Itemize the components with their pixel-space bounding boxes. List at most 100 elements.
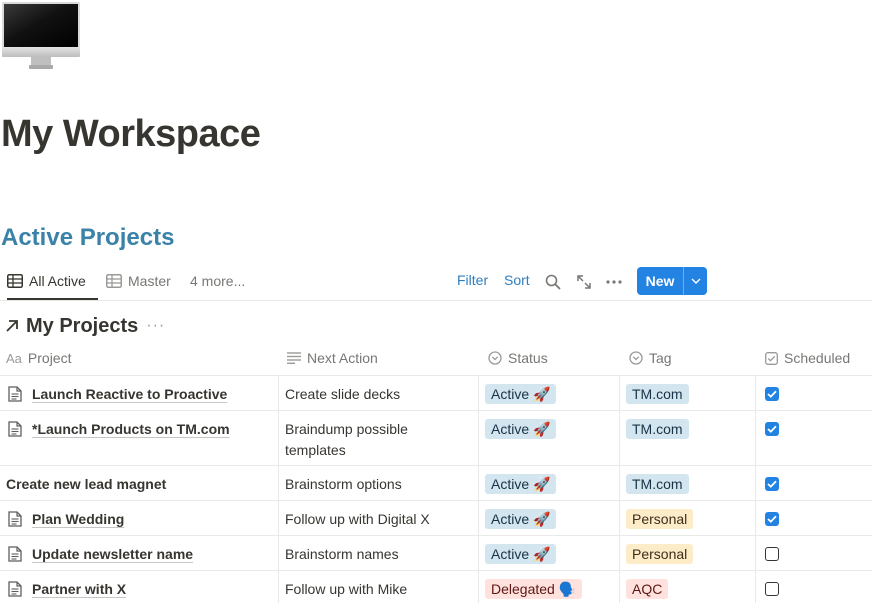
expand-icon[interactable] xyxy=(575,273,593,291)
scheduled-cell[interactable] xyxy=(756,536,872,570)
column-header-scheduled[interactable]: Scheduled xyxy=(765,341,850,375)
project-cell[interactable]: *Launch Products on TM.com xyxy=(0,411,279,465)
document-icon xyxy=(8,386,22,402)
next-action-cell[interactable]: Brainstorm options xyxy=(279,466,479,500)
status-cell[interactable]: Active 🚀 xyxy=(479,466,620,500)
tag-cell[interactable]: Personal xyxy=(620,536,756,570)
next-action-cell[interactable]: Create slide decks xyxy=(279,376,479,410)
chevron-down-icon xyxy=(691,278,700,284)
table-icon xyxy=(106,274,122,288)
status-badge: Delegated 🗣️ xyxy=(485,579,583,599)
table-row[interactable]: Update newsletter name Brainstorm names Ac… xyxy=(0,536,872,571)
more-options-icon[interactable] xyxy=(605,273,623,291)
new-button[interactable]: New xyxy=(637,267,707,295)
project-name[interactable]: Update newsletter name xyxy=(32,544,193,565)
project-cell[interactable]: Launch Reactive to Proactive xyxy=(0,376,279,410)
tag-cell[interactable]: Personal xyxy=(620,501,756,535)
database-options-button[interactable]: ··· xyxy=(146,317,165,335)
scheduled-cell[interactable] xyxy=(756,376,872,410)
project-cell[interactable]: Create new lead magnet xyxy=(0,466,279,500)
link-arrow-icon xyxy=(6,320,18,332)
database-title[interactable]: My Projects xyxy=(26,315,138,338)
page: My Workspace Active Projects All Active … xyxy=(0,0,872,603)
status-badge: Active 🚀 xyxy=(485,474,557,494)
next-action-cell[interactable]: Follow up with Digital X xyxy=(279,501,479,535)
status-cell[interactable]: Active 🚀 xyxy=(479,536,620,570)
table-header: Aa Project Next Action Status Tag Schedu… xyxy=(0,341,872,376)
new-button-label: New xyxy=(645,273,675,289)
select-icon xyxy=(488,351,502,365)
document-icon xyxy=(8,421,22,437)
scheduled-checkbox[interactable] xyxy=(765,582,779,596)
status-badge: Active 🚀 xyxy=(485,509,557,529)
text-lines-icon xyxy=(287,352,301,364)
scheduled-checkbox[interactable] xyxy=(765,477,779,491)
scheduled-cell[interactable] xyxy=(756,501,872,535)
document-icon xyxy=(8,581,22,597)
title-property-icon: Aa xyxy=(6,350,22,366)
project-name[interactable]: Launch Reactive to Proactive xyxy=(32,384,227,405)
scheduled-checkbox[interactable] xyxy=(765,547,779,561)
project-name[interactable]: Partner with X xyxy=(32,579,126,600)
project-name[interactable]: Plan Wedding xyxy=(32,509,124,530)
table-row[interactable]: Create new lead magnet Brainstorm options… xyxy=(0,466,872,501)
tag-badge: Personal xyxy=(626,544,694,564)
table-row[interactable]: *Launch Products on TM.com Braindump poss… xyxy=(0,411,872,466)
project-cell[interactable]: Update newsletter name xyxy=(0,536,279,570)
column-header-project[interactable]: Aa Project xyxy=(6,341,71,375)
sort-button[interactable]: Sort xyxy=(504,272,530,288)
scheduled-cell[interactable] xyxy=(756,411,872,465)
tag-badge: TM.com xyxy=(626,384,689,404)
tab-label: Master xyxy=(128,273,171,289)
status-cell[interactable]: Active 🚀 xyxy=(479,376,620,410)
status-cell[interactable]: Active 🚀 xyxy=(479,501,620,535)
scheduled-checkbox[interactable] xyxy=(765,387,779,401)
tag-cell[interactable]: TM.com xyxy=(620,411,756,465)
tag-badge: AQC xyxy=(626,579,669,599)
scheduled-cell[interactable] xyxy=(756,571,872,603)
next-action-cell[interactable]: Braindump possible templates xyxy=(279,411,479,465)
more-views-button[interactable]: 4 more... xyxy=(190,264,245,298)
check-icon xyxy=(767,515,777,523)
next-action-cell[interactable]: Follow up with Mike xyxy=(279,571,479,603)
new-dropdown-button[interactable] xyxy=(683,267,707,295)
page-title: My Workspace xyxy=(1,113,261,155)
project-name[interactable]: Create new lead magnet xyxy=(6,474,166,495)
filter-button[interactable]: Filter xyxy=(457,272,488,288)
imac-icon[interactable] xyxy=(2,2,80,70)
table-row[interactable]: Launch Reactive to Proactive Create slide… xyxy=(0,376,872,411)
column-label: Status xyxy=(508,350,548,366)
tag-cell[interactable]: AQC xyxy=(620,571,756,603)
column-header-status[interactable]: Status xyxy=(488,341,548,375)
tag-badge: Personal xyxy=(626,509,694,529)
tag-badge: TM.com xyxy=(626,474,689,494)
check-icon xyxy=(767,425,777,433)
tab-all-active[interactable]: All Active xyxy=(7,264,98,300)
search-icon[interactable] xyxy=(544,273,562,291)
scheduled-cell[interactable] xyxy=(756,466,872,500)
tag-cell[interactable]: TM.com xyxy=(620,376,756,410)
column-header-next-action[interactable]: Next Action xyxy=(287,341,378,375)
status-badge: Active 🚀 xyxy=(485,419,557,439)
select-icon xyxy=(629,351,643,365)
project-name[interactable]: *Launch Products on TM.com xyxy=(32,419,230,440)
next-action-cell[interactable]: Brainstorm names xyxy=(279,536,479,570)
project-cell[interactable]: Plan Wedding xyxy=(0,501,279,535)
column-header-tag[interactable]: Tag xyxy=(629,341,672,375)
document-icon xyxy=(8,546,22,562)
section-title[interactable]: Active Projects xyxy=(1,224,174,252)
database-table: Aa Project Next Action Status Tag Schedu… xyxy=(0,341,872,603)
status-cell[interactable]: Active 🚀 xyxy=(479,411,620,465)
status-cell[interactable]: Delegated 🗣️ xyxy=(479,571,620,603)
tab-master[interactable]: Master xyxy=(106,264,171,298)
database-header: My Projects ··· xyxy=(4,312,165,340)
project-cell[interactable]: Partner with X xyxy=(0,571,279,603)
scheduled-checkbox[interactable] xyxy=(765,512,779,526)
table-row[interactable]: Plan Wedding Follow up with Digital X Acti… xyxy=(0,501,872,536)
scheduled-checkbox[interactable] xyxy=(765,422,779,436)
status-badge: Active 🚀 xyxy=(485,384,557,404)
status-badge: Active 🚀 xyxy=(485,544,557,564)
tag-cell[interactable]: TM.com xyxy=(620,466,756,500)
table-row[interactable]: Partner with X Follow up with Mike Delegat… xyxy=(0,571,872,603)
check-icon xyxy=(767,390,777,398)
